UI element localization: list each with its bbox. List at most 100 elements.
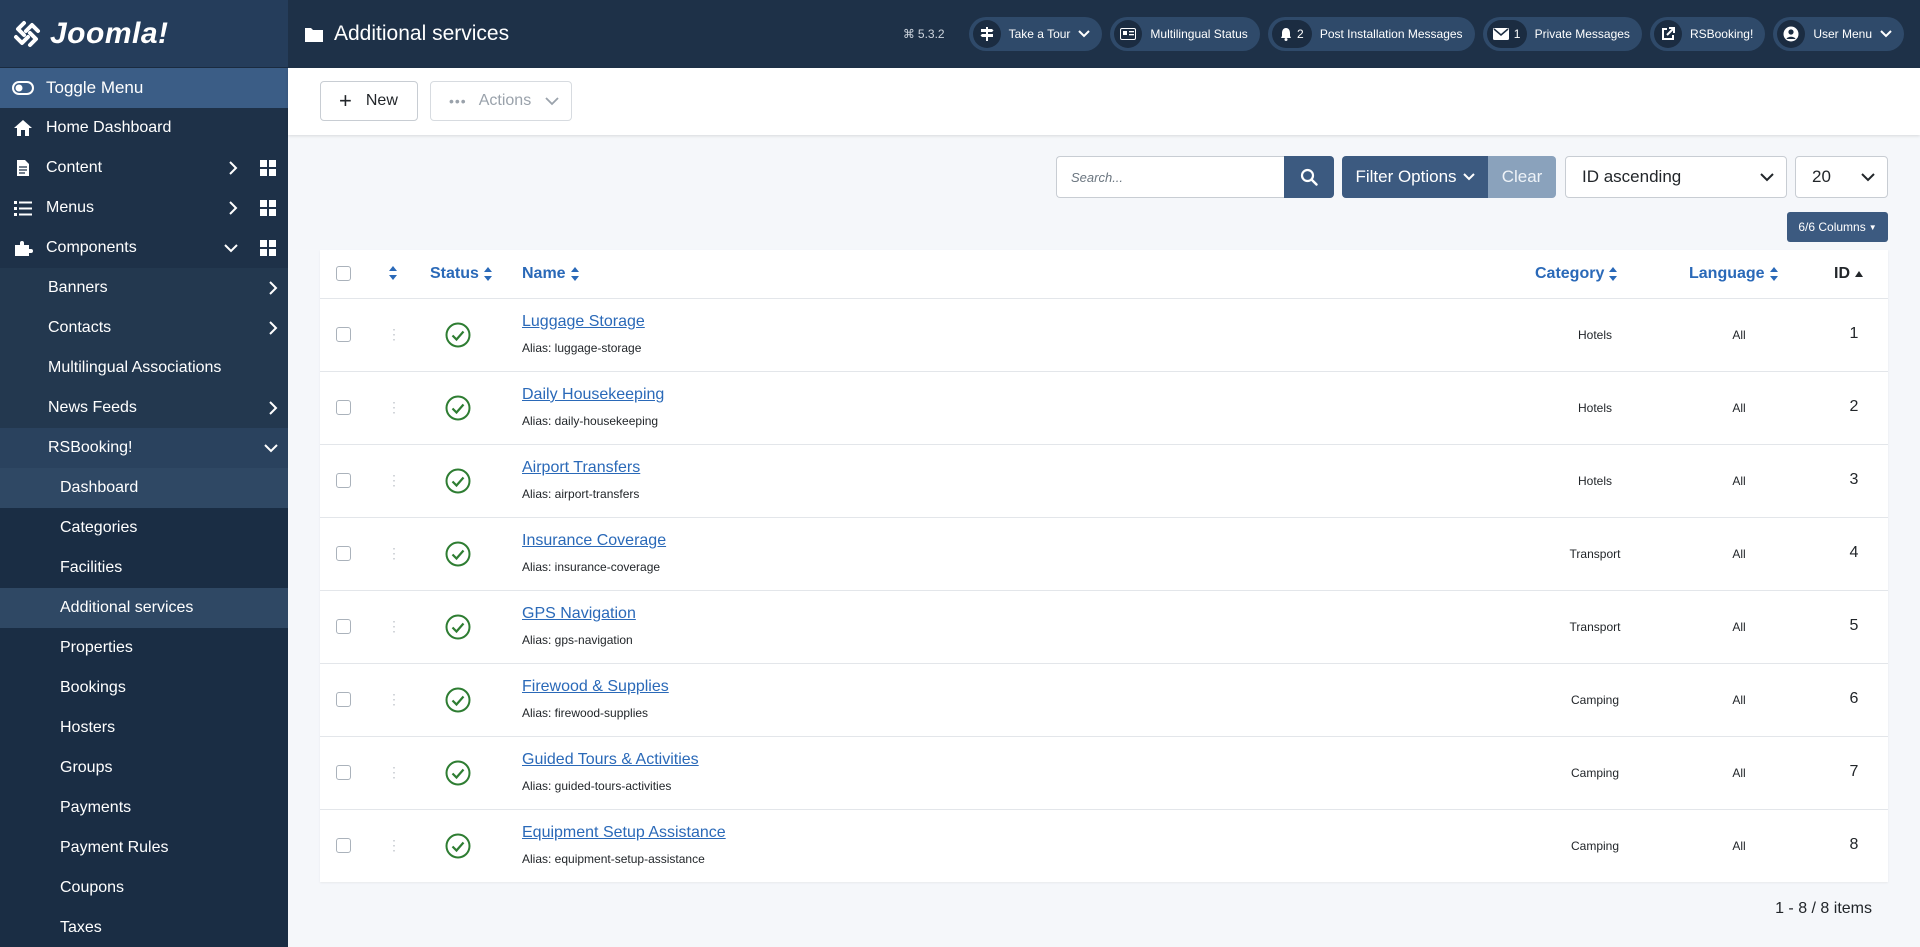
user-menu-button[interactable]: User Menu xyxy=(1773,17,1904,51)
row-checkbox[interactable] xyxy=(336,619,351,634)
sidebar-item-rsbooking[interactable]: RSBooking! xyxy=(0,428,288,468)
chevron-right-icon[interactable] xyxy=(228,201,238,215)
columns-toggle-button[interactable]: 6/6 Columns ▼ xyxy=(1787,212,1888,242)
multilingual-status-button[interactable]: Multilingual Status xyxy=(1110,17,1260,51)
sidebar-item-facilities[interactable]: Facilities xyxy=(0,548,288,588)
category-column-header[interactable]: Category xyxy=(1535,265,1618,283)
item-name-link[interactable]: GPS Navigation xyxy=(522,605,636,623)
dashboard-grid-icon[interactable] xyxy=(260,240,276,256)
row-checkbox[interactable] xyxy=(336,692,351,707)
sidebar-item-bookings[interactable]: Bookings xyxy=(0,668,288,708)
drag-handle-icon[interactable]: ⋮ xyxy=(387,472,401,489)
sidebar-item-properties[interactable]: Properties xyxy=(0,628,288,668)
item-id: 7 xyxy=(1849,763,1859,780)
sidebar-item-dashboard[interactable]: Dashboard xyxy=(0,468,288,508)
drag-handle-icon[interactable]: ⋮ xyxy=(387,399,401,416)
sidebar-item-home-dashboard[interactable]: Home Dashboard xyxy=(0,108,288,148)
drag-handle-icon[interactable]: ⋮ xyxy=(387,764,401,781)
chevron-down-icon[interactable] xyxy=(264,443,278,453)
search-input[interactable] xyxy=(1056,156,1284,198)
ordering-sort-header[interactable] xyxy=(388,265,398,281)
chevron-right-icon[interactable] xyxy=(268,401,278,415)
chevron-right-icon[interactable] xyxy=(268,321,278,335)
published-status-toggle[interactable] xyxy=(445,614,471,640)
item-name-link[interactable]: Daily Housekeeping xyxy=(522,386,664,404)
drag-handle-icon[interactable]: ⋮ xyxy=(387,691,401,708)
sidebar-item-banners[interactable]: Banners xyxy=(0,268,288,308)
table-row: ⋮ GPS Navigation Alias: gps-navigation T… xyxy=(320,591,1888,664)
sidebar-item-groups[interactable]: Groups xyxy=(0,748,288,788)
drag-handle-icon[interactable]: ⋮ xyxy=(387,545,401,562)
take-a-tour-button[interactable]: Take a Tour xyxy=(968,17,1103,51)
published-status-toggle[interactable] xyxy=(445,395,471,421)
sidebar-item-payment-rules[interactable]: Payment Rules xyxy=(0,828,288,868)
dashboard-grid-icon[interactable] xyxy=(260,160,276,176)
table-row: ⋮ Luggage Storage Alias: luggage-storage… xyxy=(320,299,1888,372)
item-name-link[interactable]: Luggage Storage xyxy=(522,313,645,331)
page-title: Additional services xyxy=(304,22,509,46)
row-checkbox[interactable] xyxy=(336,327,351,342)
sidebar-item-additional-services[interactable]: Additional services xyxy=(0,588,288,628)
item-name-link[interactable]: Equipment Setup Assistance xyxy=(522,824,726,842)
sidebar-item-coupons[interactable]: Coupons xyxy=(0,868,288,908)
status-column-header[interactable]: Status xyxy=(430,265,493,283)
toggle-menu[interactable]: Toggle Menu xyxy=(0,68,288,108)
sidebar-item-content[interactable]: Content xyxy=(0,148,288,188)
post-installation-messages-button[interactable]: 2 Post Installation Messages xyxy=(1267,17,1475,51)
item-alias: Alias: daily-housekeeping xyxy=(522,414,659,428)
row-checkbox[interactable] xyxy=(336,473,351,488)
item-name-link[interactable]: Insurance Coverage xyxy=(522,532,666,550)
sidebar-item-multilingual-associations[interactable]: Multilingual Associations xyxy=(0,348,288,388)
row-checkbox[interactable] xyxy=(336,838,351,853)
check-circle-icon xyxy=(445,395,471,421)
sort-select[interactable]: ID ascending xyxy=(1565,156,1787,198)
chevron-right-icon[interactable] xyxy=(228,161,238,175)
language-column-header[interactable]: Language xyxy=(1689,265,1779,283)
sidebar-item-hosters[interactable]: Hosters xyxy=(0,708,288,748)
list-limit-value: 20 xyxy=(1812,167,1831,186)
published-status-toggle[interactable] xyxy=(445,322,471,348)
select-all-checkbox[interactable] xyxy=(336,266,351,281)
rsbooking-link-button[interactable]: RSBooking! xyxy=(1649,17,1766,51)
name-column-header[interactable]: Name xyxy=(522,265,580,283)
dashboard-grid-icon[interactable] xyxy=(260,200,276,216)
actions-dropdown[interactable]: ••• Actions xyxy=(430,81,572,121)
table-body: ⋮ Luggage Storage Alias: luggage-storage… xyxy=(320,299,1888,882)
clear-button[interactable]: Clear xyxy=(1488,156,1556,198)
sidebar-item-components[interactable]: Components xyxy=(0,228,288,268)
chevron-down-icon xyxy=(1760,173,1774,182)
published-status-toggle[interactable] xyxy=(445,687,471,713)
published-status-toggle[interactable] xyxy=(445,760,471,786)
item-name-link[interactable]: Firewood & Supplies xyxy=(522,678,669,696)
private-messages-button[interactable]: 1 Private Messages xyxy=(1482,17,1642,51)
chevron-down-icon[interactable] xyxy=(224,243,238,253)
item-name-link[interactable]: Airport Transfers xyxy=(522,459,640,477)
table-row: ⋮ Firewood & Supplies Alias: firewood-su… xyxy=(320,664,1888,737)
item-name-link[interactable]: Guided Tours & Activities xyxy=(522,751,699,769)
sidebar-item-label: Groups xyxy=(60,759,113,776)
published-status-toggle[interactable] xyxy=(445,468,471,494)
row-checkbox[interactable] xyxy=(336,765,351,780)
sidebar-item-menus[interactable]: Menus xyxy=(0,188,288,228)
drag-handle-icon[interactable]: ⋮ xyxy=(387,326,401,343)
published-status-toggle[interactable] xyxy=(445,541,471,567)
joomla-logo[interactable]: Joomla! xyxy=(0,0,288,68)
drag-handle-icon[interactable]: ⋮ xyxy=(387,618,401,635)
id-column-header[interactable]: ID xyxy=(1834,265,1864,283)
sidebar-item-payments[interactable]: Payments xyxy=(0,788,288,828)
search-button[interactable] xyxy=(1284,156,1334,198)
sidebar-item-news-feeds[interactable]: News Feeds xyxy=(0,388,288,428)
sidebar-item-contacts[interactable]: Contacts xyxy=(0,308,288,348)
sidebar-item-categories[interactable]: Categories xyxy=(0,508,288,548)
drag-handle-icon[interactable]: ⋮ xyxy=(387,837,401,854)
row-checkbox[interactable] xyxy=(336,400,351,415)
check-circle-icon xyxy=(445,833,471,859)
list-limit-select[interactable]: 20 xyxy=(1795,156,1888,198)
chevron-right-icon[interactable] xyxy=(268,281,278,295)
row-checkbox[interactable] xyxy=(336,546,351,561)
new-button[interactable]: + New xyxy=(320,81,418,121)
sidebar-item-taxes[interactable]: Taxes xyxy=(0,908,288,947)
filter-options-button[interactable]: Filter Options xyxy=(1342,156,1488,198)
chevron-down-icon xyxy=(1880,30,1892,38)
published-status-toggle[interactable] xyxy=(445,833,471,859)
